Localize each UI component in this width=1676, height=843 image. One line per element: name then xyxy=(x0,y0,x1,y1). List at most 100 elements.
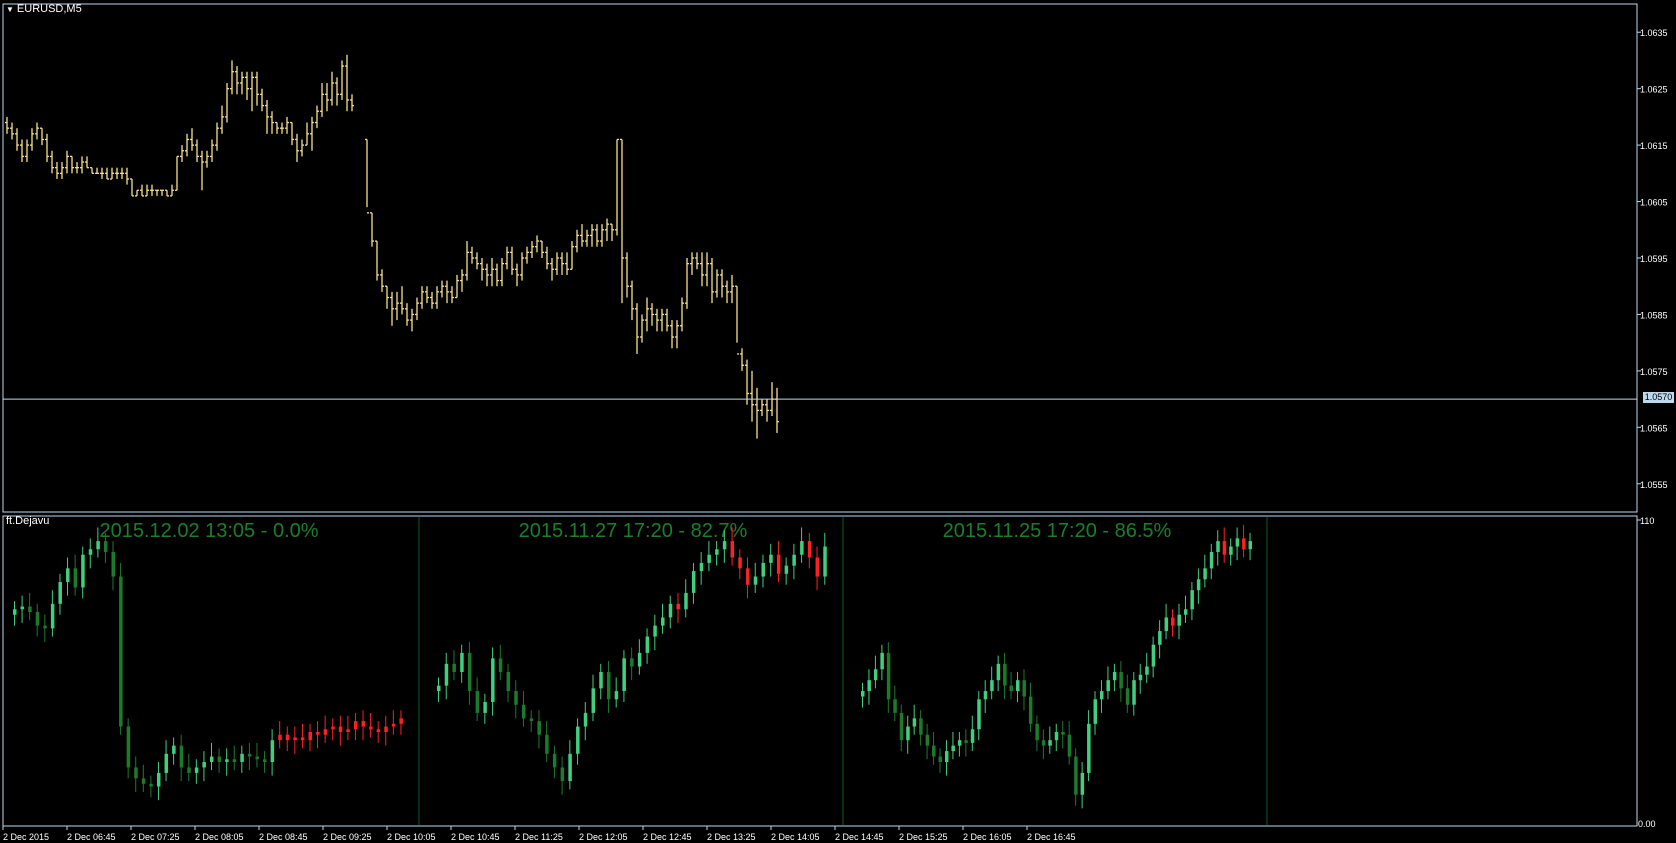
candle-body xyxy=(475,691,480,713)
candle-body xyxy=(792,554,796,566)
candle-body xyxy=(126,726,131,768)
candle-body xyxy=(119,576,123,727)
time-tick-label: 2 Dec 11:25 xyxy=(515,832,563,842)
time-tick-label: 2 Dec 16:05 xyxy=(963,832,1012,842)
candle-body xyxy=(270,740,275,762)
candle-body xyxy=(1242,538,1246,550)
candle-body xyxy=(247,753,252,757)
main-chart-frame xyxy=(2,3,1638,513)
candle-body xyxy=(316,732,320,735)
candle-body xyxy=(722,541,727,550)
candle-body xyxy=(338,726,343,732)
candle-body xyxy=(35,612,40,626)
candle-body xyxy=(1145,666,1149,675)
candle-body xyxy=(951,745,955,752)
candle-body xyxy=(331,726,335,730)
symbol-text: EURUSD,M5 xyxy=(16,3,82,15)
candle-body xyxy=(957,740,962,746)
candle-body xyxy=(776,554,781,574)
candle-body xyxy=(452,663,456,672)
candle-body xyxy=(912,718,917,727)
candle-body xyxy=(1003,663,1007,686)
candle-body xyxy=(506,672,511,692)
time-tick-label: 2 Dec 08:05 xyxy=(195,832,244,842)
candle-body xyxy=(278,734,282,741)
candle-body xyxy=(73,568,78,588)
candle-body xyxy=(977,699,981,730)
candle-body xyxy=(346,729,350,732)
candle-body xyxy=(50,603,55,629)
candle-body xyxy=(1209,552,1214,569)
candle-body xyxy=(1248,541,1253,550)
candle-body xyxy=(179,745,184,768)
candle-body xyxy=(1119,672,1123,689)
candle-body xyxy=(96,541,100,550)
candle-body xyxy=(1061,732,1065,735)
match-label: 2015.11.27 17:20 - 82.7% xyxy=(519,520,748,542)
candle-body xyxy=(187,767,191,773)
candle-body xyxy=(1138,674,1143,681)
candle-body xyxy=(1112,672,1117,681)
candle-body xyxy=(1016,680,1020,692)
candle-body xyxy=(983,691,988,700)
candle-body xyxy=(1132,680,1136,705)
candle-body xyxy=(899,712,904,741)
candle-body xyxy=(970,729,975,743)
candle-body xyxy=(81,554,85,588)
candle-body xyxy=(753,576,758,585)
candle-body xyxy=(591,688,596,713)
price-tick-label: 1.0565 xyxy=(1640,423,1668,433)
candle-body xyxy=(932,745,936,757)
candle-body xyxy=(529,718,534,722)
candle-body xyxy=(1158,631,1162,645)
candle-body xyxy=(583,712,588,727)
symbol-label[interactable]: ▼ EURUSD,M5 xyxy=(6,3,82,15)
price-tick-label: 1.0625 xyxy=(1640,85,1668,95)
time-tick-label: 2 Dec 09:25 xyxy=(323,832,372,842)
candle-body xyxy=(1196,579,1201,591)
candle-body xyxy=(1164,617,1169,632)
candle-body xyxy=(444,663,449,686)
candle-body xyxy=(194,767,199,773)
candle-body xyxy=(576,726,580,754)
candle-body xyxy=(369,726,373,730)
candle-body xyxy=(1151,644,1156,667)
candle-body xyxy=(630,658,634,667)
price-tick-label: 1.0585 xyxy=(1640,310,1668,320)
time-tick-label: 2 Dec 10:45 xyxy=(451,832,500,842)
candle-body xyxy=(637,652,642,667)
candle-body xyxy=(483,702,487,713)
candle-body xyxy=(861,691,865,697)
candle-body xyxy=(323,729,328,735)
candle-body xyxy=(1229,546,1233,555)
candle-body xyxy=(815,557,820,577)
candle-body xyxy=(1203,568,1207,580)
candle-body xyxy=(293,737,297,741)
price-tick-label: 1.0635 xyxy=(1640,28,1668,38)
candle-body xyxy=(164,753,169,773)
chart-canvas[interactable]: 1.0635 1.0625 1.0615 1.0605 1.0595 1.0585 1.05… xyxy=(0,0,1676,843)
candle-body xyxy=(376,729,381,732)
candle-body xyxy=(938,756,943,762)
candle-body xyxy=(645,636,650,653)
candle-body xyxy=(886,652,891,700)
candle-body xyxy=(823,546,827,577)
candle-body xyxy=(1080,772,1085,795)
candle-body xyxy=(1099,691,1104,700)
candle-body xyxy=(944,751,949,762)
candle-body xyxy=(491,658,495,702)
dropdown-triangle-icon[interactable]: ▼ xyxy=(6,5,14,14)
candle-body xyxy=(172,745,176,754)
time-tick-label: 2 Dec 06:45 xyxy=(67,832,116,842)
time-tick-label: 2 Dec 10:05 xyxy=(387,832,436,842)
candle-body xyxy=(676,603,680,610)
candle-body xyxy=(568,753,572,782)
candle-body xyxy=(925,734,930,746)
candle-body xyxy=(66,568,70,582)
candle-body xyxy=(769,554,773,563)
candle-body xyxy=(1041,740,1046,746)
candle-body xyxy=(263,759,267,762)
candle-body xyxy=(13,609,17,615)
candle-body xyxy=(730,541,735,558)
candle-body xyxy=(1177,614,1181,626)
